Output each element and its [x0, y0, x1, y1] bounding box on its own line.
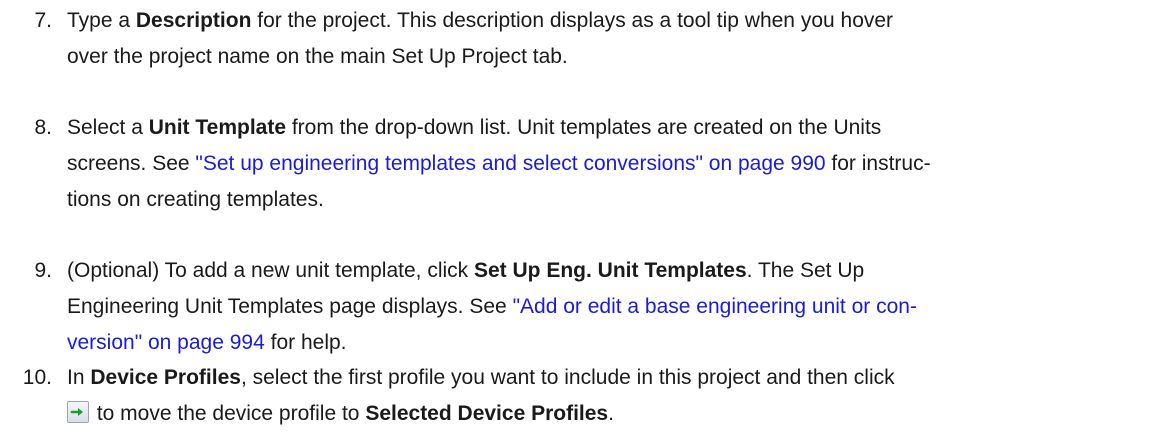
step-line: Engineering Unit Templates page displays… — [67, 295, 917, 318]
step-line: to move the device profile to Selected D… — [67, 397, 614, 431]
step-number: 8. — [34, 116, 52, 139]
ui-term: Set Up Eng. Unit Templates — [474, 259, 747, 282]
move-right-arrow-icon — [67, 401, 89, 423]
ui-term: Unit Template — [148, 116, 287, 139]
step-line: Type a Description for the project. This… — [67, 9, 894, 32]
step-line: tions on creating templates. — [67, 188, 324, 211]
step-line: screens. See "Set up engineering templat… — [67, 152, 931, 175]
cross-reference-link[interactable]: "Add or edit a base engineering unit or … — [513, 295, 917, 318]
step-line: over the project name on the main Set Up… — [67, 45, 568, 68]
ui-term: Description — [135, 9, 252, 32]
cross-reference-link[interactable]: "Set up engineering templates and select… — [195, 152, 825, 175]
step-number: 10. — [22, 366, 52, 389]
cross-reference-link[interactable]: version" on page 994 — [67, 331, 265, 354]
ui-term: Device Profiles — [90, 366, 241, 389]
step-number: 9. — [34, 259, 52, 282]
step-line: Select a Unit Template from the drop-dow… — [67, 116, 882, 139]
step-line: In Device Profiles, select the first pro… — [67, 366, 895, 389]
step-line: version" on page 994 for help. — [67, 331, 347, 354]
step-line: (Optional) To add a new unit template, c… — [67, 259, 865, 282]
ui-term: Selected Device Profiles — [365, 402, 609, 425]
step-number: 7. — [34, 9, 52, 32]
